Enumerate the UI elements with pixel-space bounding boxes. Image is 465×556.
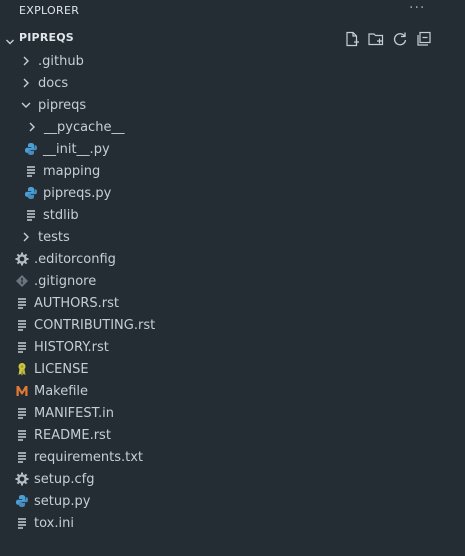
tree-item-label: requirements.txt xyxy=(34,449,144,465)
tree-item-authors[interactable]: AUTHORS.rst xyxy=(0,292,465,314)
new-folder-icon[interactable] xyxy=(367,30,385,48)
tree-item-label: tox.ini xyxy=(34,515,74,531)
tree-item-label: README.rst xyxy=(34,427,111,443)
tree-item-gitignore[interactable]: .gitignore xyxy=(0,270,465,292)
tree-item-label: tests xyxy=(38,229,70,245)
tree-item-tox-ini[interactable]: tox.ini xyxy=(0,512,465,534)
tree-item-label: AUTHORS.rst xyxy=(34,295,119,311)
text-file-icon xyxy=(15,340,29,354)
tree-item-pipreqs-py[interactable]: pipreqs.py xyxy=(0,182,465,204)
tree-item-label: __pycache__ xyxy=(44,119,125,135)
text-file-icon xyxy=(15,406,29,420)
tree-item-label: pipreqs xyxy=(38,97,87,113)
tree-item-label: stdlib xyxy=(43,207,79,223)
tree-item-label: HISTORY.rst xyxy=(34,339,109,355)
refresh-icon[interactable] xyxy=(391,30,409,48)
text-file-icon xyxy=(15,516,29,530)
tree-item-setup-cfg[interactable]: setup.cfg xyxy=(0,468,465,490)
tree-item-label: mapping xyxy=(43,163,101,179)
tree-item-stdlib[interactable]: stdlib xyxy=(0,204,465,226)
tree-item-docs[interactable]: docs xyxy=(0,72,465,94)
tree-item-pycache[interactable]: __pycache__ xyxy=(0,116,465,138)
tree-item-label: MANIFEST.in xyxy=(34,405,114,421)
tree-item-label: setup.cfg xyxy=(34,471,95,487)
tree-item-label: .gitignore xyxy=(34,273,97,289)
tree-item-license[interactable]: LICENSE xyxy=(0,358,465,380)
chevron-right-icon xyxy=(19,230,33,244)
tree-item-mapping[interactable]: mapping xyxy=(0,160,465,182)
python-icon xyxy=(24,142,38,156)
tree-item-label: CONTRIBUTING.rst xyxy=(34,317,156,333)
python-icon xyxy=(24,186,38,200)
tree-item-editorconfig[interactable]: .editorconfig xyxy=(0,248,465,270)
tree-item-init-py[interactable]: __init__.py xyxy=(0,138,465,160)
git-icon xyxy=(15,274,29,288)
tree-item-label: Makefile xyxy=(34,383,89,399)
tree-item-setup-py[interactable]: setup.py xyxy=(0,490,465,512)
makefile-icon xyxy=(15,384,29,398)
folder-title: PIPREQS xyxy=(19,31,74,44)
gear-icon xyxy=(15,472,29,486)
text-file-icon xyxy=(15,450,29,464)
tree-item-makefile[interactable]: Makefile xyxy=(0,380,465,402)
more-actions-icon[interactable]: ··· xyxy=(409,0,425,16)
text-file-icon xyxy=(15,318,29,332)
tree-item-label: .editorconfig xyxy=(34,251,116,267)
text-file-icon xyxy=(24,164,38,178)
explorer-actions xyxy=(343,30,433,48)
tree-item-tests[interactable]: tests xyxy=(0,226,465,248)
collapse-all-icon[interactable] xyxy=(415,30,433,48)
tree-item-requirements[interactable]: requirements.txt xyxy=(0,446,465,468)
tree-item-label: LICENSE xyxy=(34,361,89,377)
tree-item-readme[interactable]: README.rst xyxy=(0,424,465,446)
explorer-title: EXPLORER xyxy=(19,4,80,17)
text-file-icon xyxy=(24,208,38,222)
tree-item-contributing[interactable]: CONTRIBUTING.rst xyxy=(0,314,465,336)
tree-item-history[interactable]: HISTORY.rst xyxy=(0,336,465,358)
tree-item-github[interactable]: .github xyxy=(0,50,465,72)
chevron-down-icon xyxy=(19,98,33,112)
tree-item-label: .github xyxy=(38,53,84,69)
python-icon xyxy=(15,494,29,508)
license-icon xyxy=(15,362,29,376)
explorer-header: EXPLORER ··· xyxy=(0,0,465,26)
chevron-down-icon xyxy=(5,32,15,45)
new-file-icon[interactable] xyxy=(343,30,361,48)
text-file-icon xyxy=(15,296,29,310)
chevron-right-icon xyxy=(19,54,33,68)
tree-item-label: pipreqs.py xyxy=(43,185,112,201)
chevron-right-icon xyxy=(25,120,39,134)
tree-item-label: __init__.py xyxy=(43,141,110,157)
tree-item-label: docs xyxy=(38,75,69,91)
tree-item-manifest[interactable]: MANIFEST.in xyxy=(0,402,465,424)
text-file-icon xyxy=(15,428,29,442)
gear-icon xyxy=(15,252,29,266)
tree-item-pipreqs[interactable]: pipreqs xyxy=(0,94,465,116)
tree-item-label: setup.py xyxy=(34,493,91,509)
chevron-right-icon xyxy=(19,76,33,90)
